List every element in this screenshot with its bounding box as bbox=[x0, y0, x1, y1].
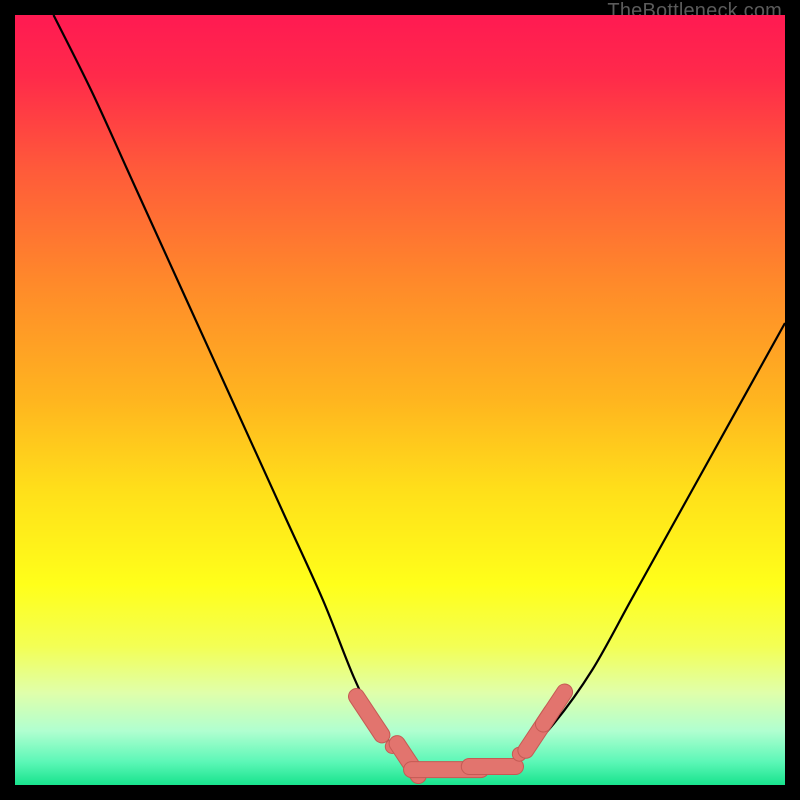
chart-frame: TheBottleneck.com bbox=[0, 0, 800, 800]
bottleneck-chart bbox=[15, 15, 785, 785]
plot-area bbox=[15, 15, 785, 785]
gradient-background bbox=[15, 15, 785, 785]
